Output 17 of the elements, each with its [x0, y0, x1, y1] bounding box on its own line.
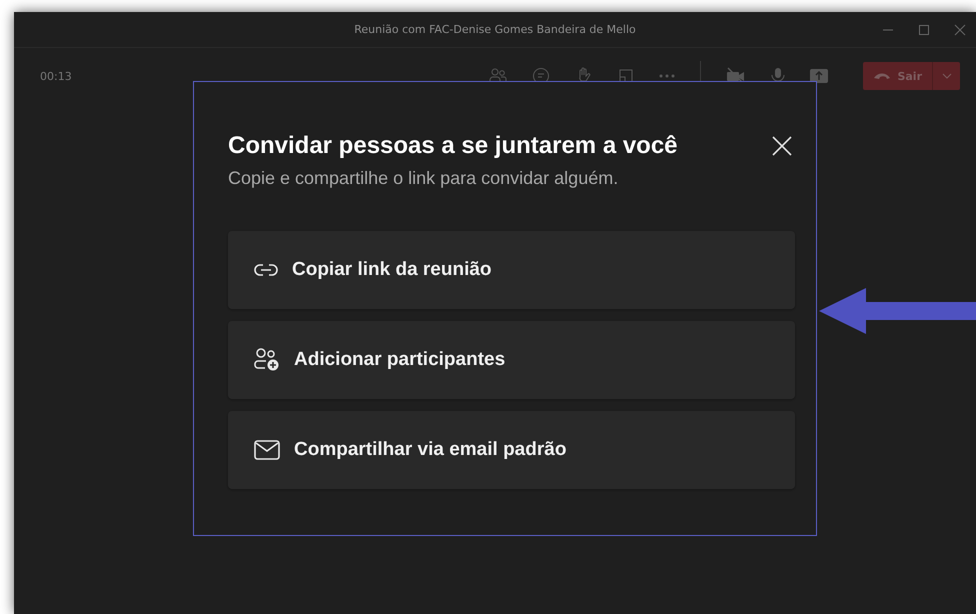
- link-icon: [254, 263, 278, 277]
- chevron-down-icon: [942, 73, 952, 79]
- dialog-title: Convidar pessoas a se juntarem a você: [228, 132, 678, 160]
- more-icon[interactable]: [659, 74, 676, 78]
- mail-icon: [254, 440, 280, 460]
- people-icon[interactable]: [489, 68, 508, 84]
- maximize-icon[interactable]: [918, 24, 930, 36]
- dialog-subtitle: Copie e compartilhe o link para convidar alguém.: [228, 168, 620, 189]
- window-title: Reunião com FAC-Denise Gomes Bandeira de Mello: [354, 23, 636, 36]
- phone-icon: [873, 72, 892, 80]
- people-add-icon: [254, 348, 280, 372]
- invite-option[interactable]: Copiar link da reunião: [228, 231, 795, 309]
- share-icon[interactable]: [810, 69, 828, 83]
- invite-option[interactable]: Compartilhar via email padrão: [228, 411, 795, 489]
- invite-option[interactable]: Adicionar participantes: [228, 321, 795, 399]
- call-timer: 00:13: [40, 70, 72, 82]
- window-icon[interactable]: [618, 68, 634, 84]
